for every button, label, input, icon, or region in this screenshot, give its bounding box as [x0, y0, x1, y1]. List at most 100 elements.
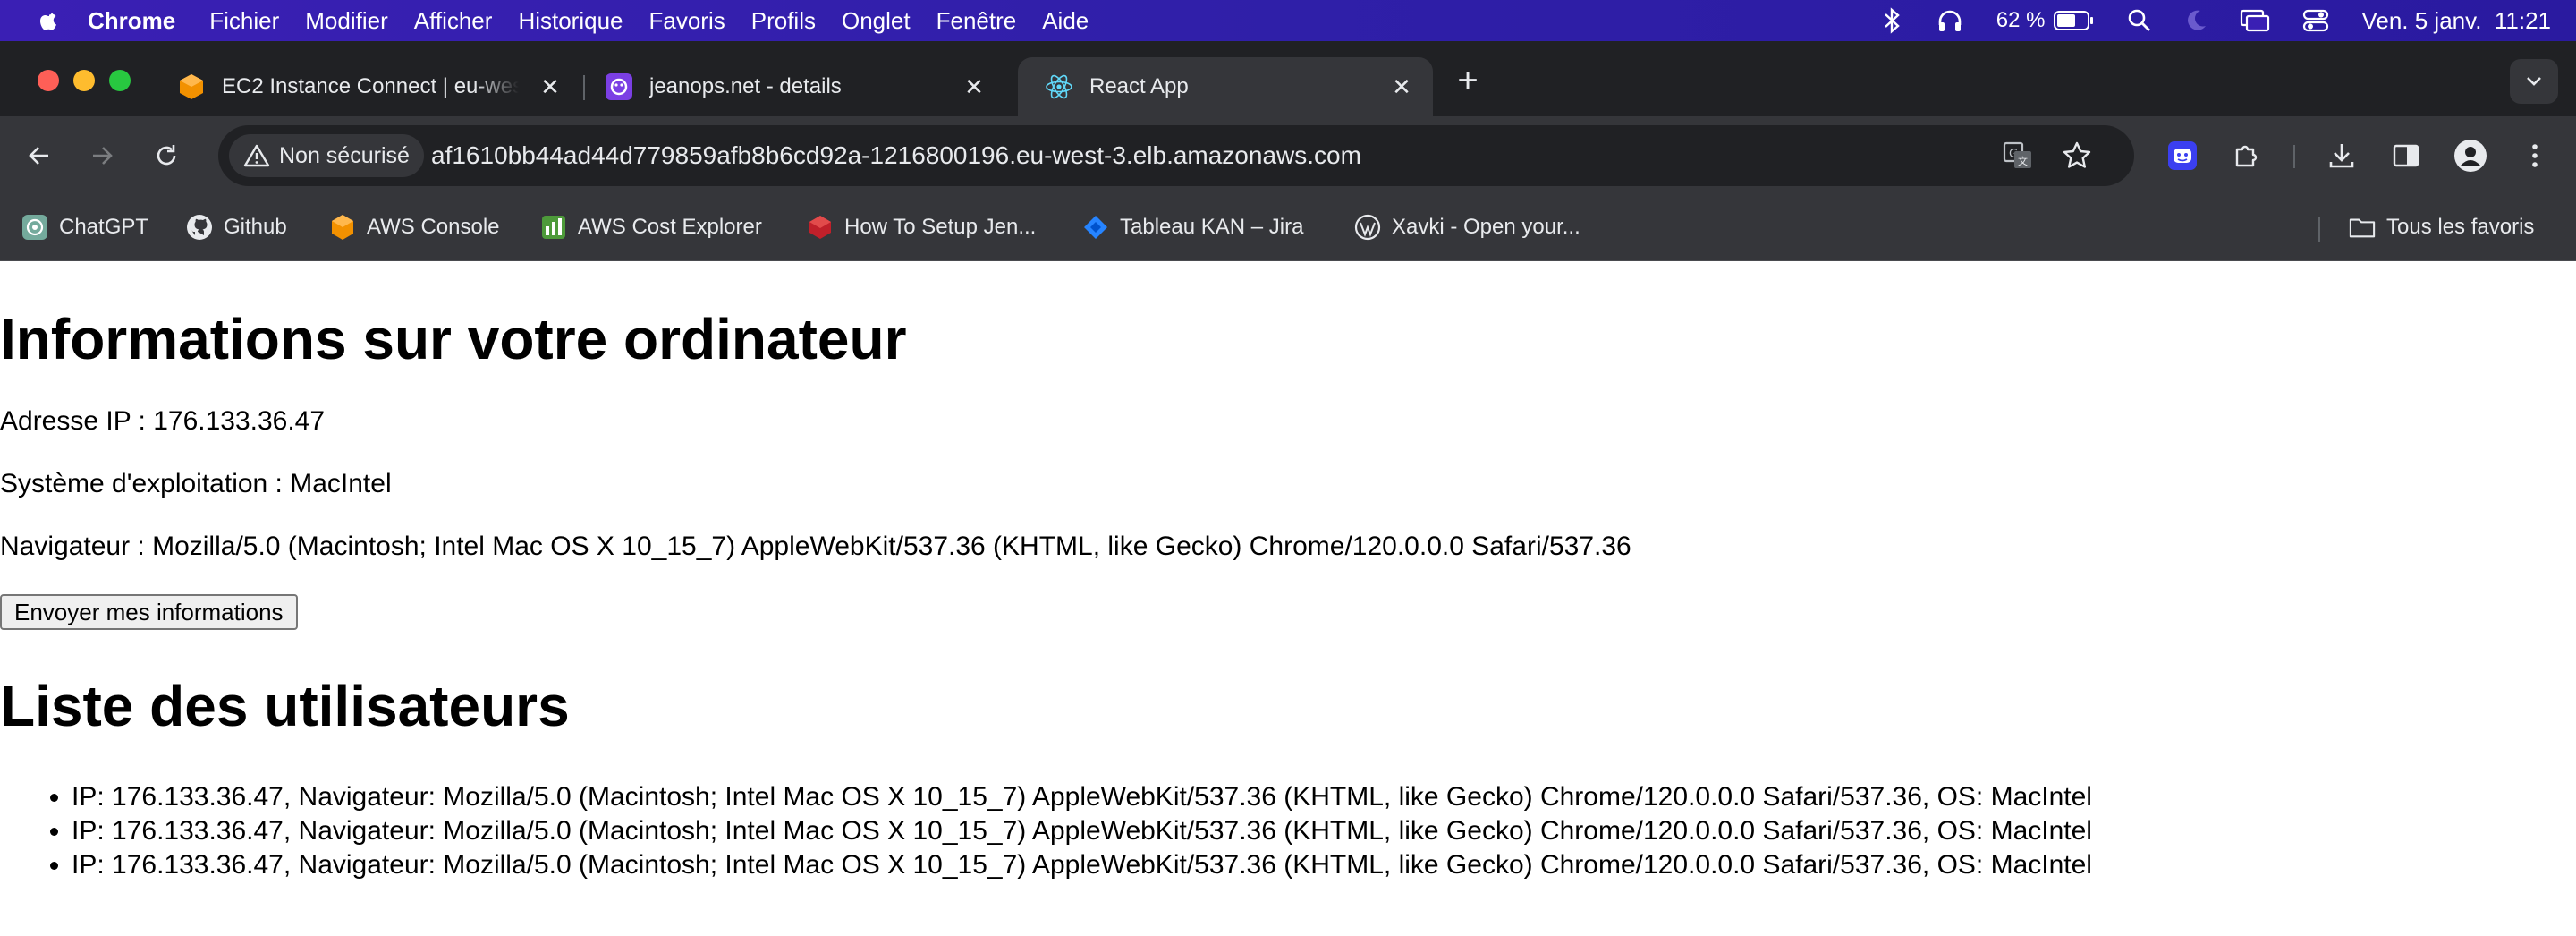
focus-moon-icon[interactable]: [2184, 8, 2207, 33]
battery-percentage: 62 %: [1996, 8, 2046, 32]
os-text: Système d'exploitation : MacIntel: [0, 469, 392, 498]
app-name-menu[interactable]: Chrome: [88, 7, 175, 35]
github-icon: [186, 214, 213, 241]
tab-strip: EC2 Instance Connect | eu-west-3 ✕ jeano…: [0, 41, 2576, 116]
more-menu-icon[interactable]: [2515, 136, 2555, 175]
spotlight-search-icon[interactable]: [2127, 8, 2152, 33]
bookmark-label: AWS Cost Explorer: [578, 215, 762, 239]
browser-text: Navigateur : Mozilla/5.0 (Macintosh; Int…: [0, 532, 1631, 561]
url-text[interactable]: af1610bb44ad44d779859afb8b6cd92a-1216800…: [431, 125, 1361, 186]
bookmark-aws-cost-explorer[interactable]: AWS Cost Explorer: [540, 211, 762, 243]
macos-menubar: Chrome Fichier Modifier Afficher Histori…: [0, 0, 2576, 41]
translate-icon[interactable]: G文: [2000, 138, 2036, 174]
tab-search-button[interactable]: [2510, 59, 2558, 104]
headphones-icon[interactable]: [1936, 7, 1964, 34]
tab-react-app[interactable]: React App ✕: [1018, 57, 1433, 116]
bookmark-jenkins-setup[interactable]: How To Setup Jen...: [807, 211, 1036, 243]
bookmark-label: Github: [224, 215, 287, 239]
cost-explorer-icon: [540, 214, 567, 241]
menubar-datetime[interactable]: Ven. 5 janv. 11:21: [2361, 7, 2551, 35]
page-content: Informations sur votre ordinateur Adress…: [0, 261, 2576, 936]
new-tab-button[interactable]: +: [1453, 63, 1483, 98]
bookmark-github[interactable]: Github: [186, 211, 287, 243]
tab-jeanops-details[interactable]: jeanops.net - details ✕: [578, 57, 1005, 116]
send-info-button[interactable]: Envoyer mes informations: [0, 594, 298, 630]
svg-text:文: 文: [2018, 155, 2028, 167]
bookmark-jira-kanban[interactable]: Tableau KAN – Jira: [1082, 211, 1303, 243]
menu-aide[interactable]: Aide: [1042, 7, 1089, 35]
page-title: Informations sur votre ordinateur: [0, 307, 907, 371]
bookmark-label: AWS Console: [367, 215, 500, 239]
bookmark-chatgpt[interactable]: ChatGPT: [21, 211, 148, 243]
browser-toolbar: Non sécurisé af1610bb44ad44d779859afb8b6…: [0, 116, 2576, 195]
menu-favoris[interactable]: Favoris: [649, 7, 725, 35]
zoom-window-button[interactable]: [109, 70, 131, 91]
tab-ec2-instance-connect[interactable]: EC2 Instance Connect | eu-west-3 ✕: [150, 57, 581, 116]
ip-address-text: Adresse IP : 176.133.36.47: [0, 406, 326, 436]
react-icon: [1045, 72, 1073, 101]
users-list-title: Liste des utilisateurs: [0, 674, 570, 738]
aws-icon: [329, 214, 356, 241]
back-button[interactable]: [20, 136, 59, 175]
close-tab-icon[interactable]: ✕: [538, 75, 562, 98]
close-tab-icon[interactable]: ✕: [1390, 75, 1413, 98]
browser-window: EC2 Instance Connect | eu-west-3 ✕ jeano…: [0, 41, 2576, 261]
forward-button[interactable]: [82, 136, 122, 175]
profile-avatar-icon[interactable]: [2451, 136, 2490, 175]
list-item: IP: 176.133.36.47, Navigateur: Mozilla/5…: [72, 848, 2092, 882]
bookmark-star-icon[interactable]: [2059, 138, 2095, 174]
folder-icon: [2349, 214, 2376, 241]
battery-icon[interactable]: [2054, 10, 2095, 31]
site-security-chip[interactable]: Non sécurisé: [229, 134, 424, 177]
all-bookmarks-label: Tous les favoris: [2386, 215, 2535, 239]
side-panel-icon[interactable]: [2386, 136, 2426, 175]
bluetooth-icon[interactable]: [1880, 7, 1903, 34]
reload-button[interactable]: [147, 136, 186, 175]
downloads-icon[interactable]: [2322, 136, 2361, 175]
bookmark-aws-console[interactable]: AWS Console: [329, 211, 500, 243]
menu-onglet[interactable]: Onglet: [842, 7, 911, 35]
screen-mirroring-icon[interactable]: [2240, 8, 2270, 33]
bookmarks-separator: [2318, 217, 2320, 242]
close-window-button[interactable]: [38, 70, 59, 91]
control-center-icon[interactable]: [2302, 8, 2329, 33]
list-item: IP: 176.133.36.47, Navigateur: Mozilla/5…: [72, 814, 2092, 848]
wordpress-icon: [1354, 214, 1381, 241]
all-bookmarks-button[interactable]: Tous les favoris: [2349, 211, 2534, 243]
arrow-left-icon: [29, 147, 48, 165]
reload-icon: [157, 145, 176, 166]
extension-jeanops-icon[interactable]: [2163, 136, 2202, 175]
security-label: Non sécurisé: [279, 142, 410, 168]
apple-icon[interactable]: [36, 7, 63, 34]
menu-afficher[interactable]: Afficher: [414, 7, 493, 35]
menu-fenetre[interactable]: Fenêtre: [936, 7, 1017, 35]
chevron-down-icon: [2527, 77, 2541, 86]
jira-icon: [1082, 214, 1109, 241]
menu-historique[interactable]: Historique: [518, 7, 623, 35]
jeanops-icon: [605, 72, 633, 101]
bookmark-label: ChatGPT: [59, 215, 149, 239]
warning-icon: [243, 144, 270, 167]
jenkins-icon: [807, 214, 834, 241]
status-area: 62 % Ven. 5 janv. 11:21: [1848, 0, 2551, 41]
aws-icon: [177, 72, 206, 101]
address-bar[interactable]: Non sécurisé af1610bb44ad44d779859afb8b6…: [218, 125, 2134, 186]
bookmark-label: Xavki - Open your...: [1392, 215, 1580, 239]
chatgpt-icon: [21, 214, 48, 241]
minimize-window-button[interactable]: [73, 70, 95, 91]
list-item: IP: 176.133.36.47, Navigateur: Mozilla/5…: [72, 780, 2092, 814]
users-list: IP: 176.133.36.47, Navigateur: Mozilla/5…: [0, 780, 2092, 882]
menu-profils[interactable]: Profils: [751, 7, 816, 35]
bookmarks-bar: ChatGPT Github AWS Console AWS Cost Expl…: [0, 195, 2576, 261]
arrow-right-icon: [93, 147, 113, 165]
tab-title: React App: [1089, 74, 1189, 98]
tab-title: jeanops.net - details: [649, 74, 842, 98]
bookmark-xavki[interactable]: Xavki - Open your...: [1354, 211, 1580, 243]
menu-modifier[interactable]: Modifier: [305, 7, 387, 35]
bookmark-label: How To Setup Jen...: [844, 215, 1037, 239]
extensions-puzzle-icon[interactable]: [2227, 136, 2267, 175]
toolbar-separator: [2293, 145, 2295, 168]
bookmark-label: Tableau KAN – Jira: [1120, 215, 1304, 239]
menu-fichier[interactable]: Fichier: [209, 7, 279, 35]
close-tab-icon[interactable]: ✕: [962, 75, 986, 98]
